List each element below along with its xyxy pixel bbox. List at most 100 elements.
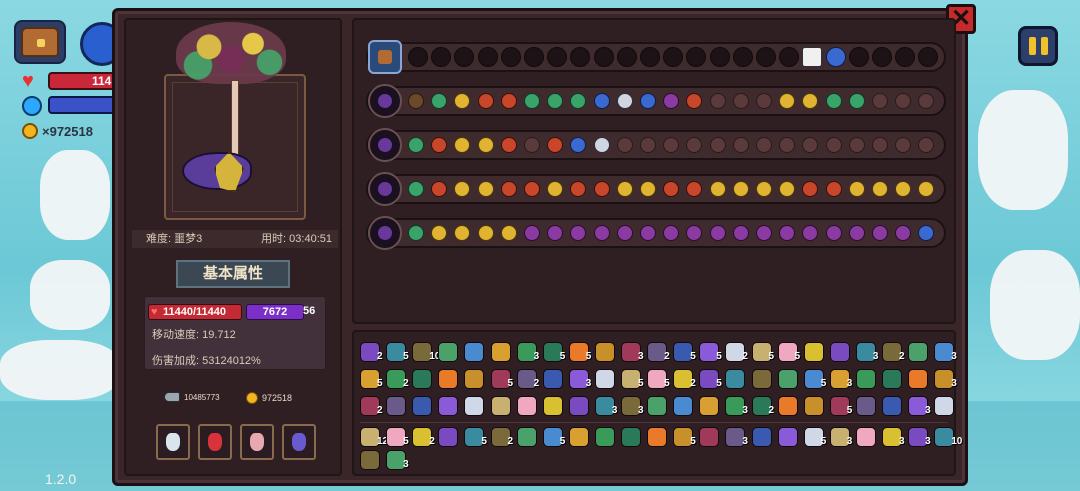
- rune-slot[interactable]: [500, 47, 521, 67]
- inventory-item[interactable]: [568, 427, 589, 447]
- rune-slot[interactable]: [640, 181, 656, 197]
- inventory-item[interactable]: [725, 369, 746, 389]
- rune-slot[interactable]: [408, 137, 424, 153]
- inventory-item[interactable]: [908, 342, 929, 362]
- inventory-item[interactable]: [647, 427, 668, 447]
- inventory-item[interactable]: [464, 369, 485, 389]
- rune-slot[interactable]: [616, 47, 637, 67]
- potion-slot-2[interactable]: [198, 424, 232, 460]
- rune-slot[interactable]: [732, 47, 753, 67]
- rune-slot[interactable]: [825, 47, 846, 67]
- inventory-item[interactable]: [647, 396, 668, 416]
- rune-slot[interactable]: [756, 225, 772, 241]
- rune-slot[interactable]: [732, 181, 749, 197]
- rune-slot[interactable]: [477, 225, 494, 241]
- rune-slot[interactable]: [640, 225, 656, 241]
- inventory-item[interactable]: [934, 396, 955, 416]
- rune-slot[interactable]: [756, 47, 776, 67]
- inventory-item[interactable]: [438, 342, 459, 362]
- rune-slot[interactable]: [616, 137, 633, 153]
- weapon-slot[interactable]: [368, 128, 402, 162]
- rune-slot[interactable]: [593, 93, 610, 109]
- inventory-item[interactable]: [829, 342, 850, 362]
- inventory-item[interactable]: [464, 396, 485, 416]
- rune-slot[interactable]: [709, 93, 726, 109]
- rune-slot[interactable]: [872, 181, 888, 197]
- inventory-item[interactable]: [882, 396, 902, 416]
- rune-slot[interactable]: [732, 137, 749, 153]
- rune-slot[interactable]: [872, 93, 888, 109]
- rune-slot[interactable]: [825, 137, 842, 153]
- rune-slot[interactable]: [616, 93, 633, 109]
- weapon-slot[interactable]: [368, 172, 402, 206]
- inventory-item[interactable]: [673, 396, 694, 416]
- rune-slot[interactable]: [872, 47, 892, 67]
- inventory-item[interactable]: [412, 396, 433, 416]
- inventory-item[interactable]: [777, 369, 798, 389]
- inventory-item[interactable]: [360, 450, 380, 470]
- inventory-item[interactable]: [621, 427, 641, 447]
- inventory-item[interactable]: [882, 369, 902, 389]
- inventory-item[interactable]: [516, 427, 537, 447]
- rune-slot[interactable]: [756, 181, 772, 197]
- inventory-item[interactable]: [908, 369, 929, 389]
- rune-slot[interactable]: [732, 225, 749, 241]
- inventory-item[interactable]: [594, 369, 615, 389]
- rune-slot[interactable]: [593, 137, 610, 153]
- inventory-item[interactable]: [803, 396, 824, 416]
- rune-slot[interactable]: [500, 181, 517, 197]
- inventory-item[interactable]: [777, 396, 798, 416]
- inventory-item[interactable]: [699, 427, 720, 447]
- potion-slot-4[interactable]: [282, 424, 316, 460]
- inventory-item[interactable]: [855, 427, 876, 447]
- rune-slot[interactable]: [408, 47, 428, 67]
- inventory-item[interactable]: [594, 427, 615, 447]
- rune-slot[interactable]: [872, 225, 888, 241]
- rune-slot[interactable]: [756, 93, 772, 109]
- rune-slot[interactable]: [640, 137, 656, 153]
- rune-slot[interactable]: [848, 47, 869, 67]
- rune-slot[interactable]: [640, 47, 660, 67]
- rune-slot[interactable]: [825, 93, 842, 109]
- rune-slot[interactable]: [408, 93, 424, 109]
- inventory-item[interactable]: [490, 396, 511, 416]
- inventory-chest-button[interactable]: [14, 20, 66, 64]
- inventory-item[interactable]: [464, 342, 485, 362]
- rune-slot[interactable]: [848, 225, 865, 241]
- rune-slot[interactable]: [477, 181, 494, 197]
- rune-slot[interactable]: [500, 93, 517, 109]
- rune-slot[interactable]: [524, 93, 540, 109]
- rune-slot[interactable]: [408, 225, 424, 241]
- rune-slot[interactable]: [477, 137, 494, 153]
- inventory-item[interactable]: [594, 342, 615, 362]
- rune-slot[interactable]: [709, 47, 730, 67]
- rune-slot[interactable]: [593, 225, 610, 241]
- rune-slot[interactable]: [524, 225, 540, 241]
- rune-slot[interactable]: [848, 93, 865, 109]
- rune-slot[interactable]: [825, 225, 842, 241]
- rune-slot[interactable]: [616, 181, 633, 197]
- inventory-item[interactable]: [438, 369, 459, 389]
- rune-slot[interactable]: [825, 181, 842, 197]
- rune-slot[interactable]: [872, 137, 888, 153]
- inventory-item[interactable]: [855, 396, 876, 416]
- rune-slot[interactable]: [477, 93, 494, 109]
- inventory-item[interactable]: [516, 396, 537, 416]
- inventory-item[interactable]: [490, 342, 511, 362]
- rune-slot[interactable]: [709, 181, 726, 197]
- inventory-item[interactable]: [438, 427, 459, 447]
- rune-slot[interactable]: [848, 137, 865, 153]
- inventory-item[interactable]: [803, 342, 824, 362]
- rune-slot[interactable]: [500, 137, 517, 153]
- inventory-item[interactable]: [855, 369, 876, 389]
- rune-slot[interactable]: [500, 225, 517, 241]
- rune-slot[interactable]: [524, 137, 540, 153]
- inventory-item[interactable]: [751, 427, 772, 447]
- potion-slot-3[interactable]: [240, 424, 274, 460]
- inventory-item[interactable]: [777, 427, 798, 447]
- rune-slot[interactable]: [524, 181, 540, 197]
- inventory-item[interactable]: [386, 396, 407, 416]
- rune-slot[interactable]: [408, 181, 424, 197]
- inventory-item[interactable]: [542, 396, 563, 416]
- rune-slot[interactable]: [640, 93, 656, 109]
